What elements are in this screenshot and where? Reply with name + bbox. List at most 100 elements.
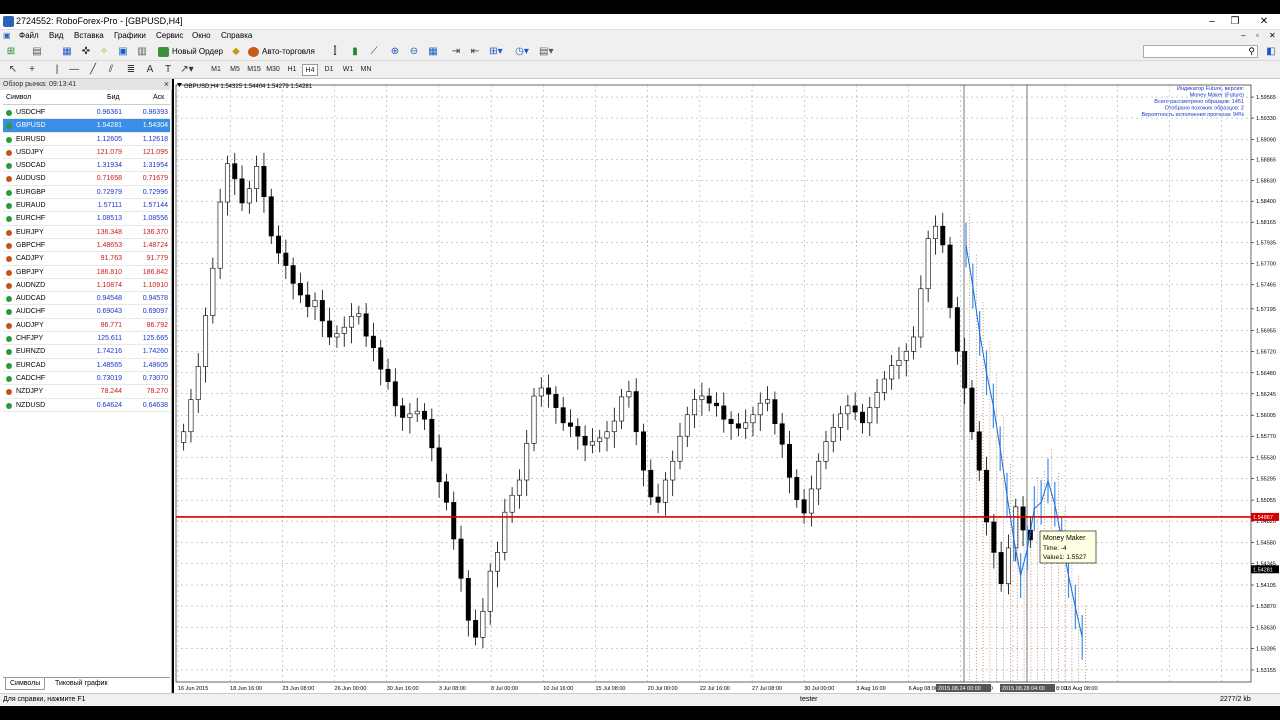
- line-chart-icon[interactable]: ⟋: [367, 45, 381, 59]
- menu-window[interactable]: Окно: [192, 31, 211, 40]
- text-icon[interactable]: A: [143, 63, 157, 77]
- tile-windows-icon[interactable]: ▦: [426, 45, 440, 59]
- table-row[interactable]: AUDCAD 0.94548 0.94578: [3, 292, 170, 306]
- table-row[interactable]: EURJPY 136.348 136.370: [3, 226, 170, 239]
- child-close-button[interactable]: ✕: [1269, 31, 1276, 40]
- periods-icon[interactable]: ◷▾: [515, 45, 529, 59]
- child-minimize-button[interactable]: –: [1241, 31, 1245, 40]
- table-row[interactable]: EURNZD 1.74216 1.74260: [3, 345, 170, 359]
- indicators-icon[interactable]: ⊞▾: [489, 45, 503, 59]
- table-row[interactable]: CADCHF 0.73019 0.73070: [3, 372, 170, 386]
- chart-window[interactable]: 1.59565 1.59330 1.59090 1.58865 1.58630 1.584…: [174, 79, 1280, 693]
- candle-body: [246, 188, 252, 204]
- bid-price: 1.74216: [96, 348, 122, 356]
- menu-insert[interactable]: Вставка: [74, 31, 104, 40]
- candle-body: [495, 552, 501, 572]
- table-row[interactable]: AUDNZD 1.10874 1.10910: [3, 279, 170, 293]
- bid-price: 86.771: [100, 321, 122, 329]
- tf-m30[interactable]: M30: [265, 64, 281, 76]
- table-row[interactable]: NZDJPY 78.244 78.270: [3, 385, 170, 399]
- arrows-icon[interactable]: ↗▾: [180, 63, 194, 77]
- child-restore-button[interactable]: ▫: [1256, 31, 1259, 40]
- zoom-in-icon[interactable]: ⊕: [388, 45, 402, 59]
- table-row[interactable]: AUDJPY 86.771 86.792: [3, 319, 170, 333]
- templates-icon[interactable]: ▤▾: [539, 45, 553, 59]
- table-row[interactable]: AUDUSD 0.71658 0.71679: [3, 172, 170, 186]
- auto-scroll-icon[interactable]: ⇥: [449, 45, 463, 59]
- table-row[interactable]: NZDUSD 0.64624 0.64638: [3, 399, 170, 412]
- auto-trading-button[interactable]: Авто-торговля: [248, 45, 315, 59]
- price-chart[interactable]: 1.59565 1.59330 1.59090 1.58865 1.58630 1.584…: [174, 79, 1280, 693]
- trendline-icon[interactable]: ╱: [86, 63, 100, 77]
- child-window-icon[interactable]: ▣: [3, 31, 11, 40]
- navigator-icon[interactable]: ✧: [97, 45, 111, 59]
- chart-shift-icon[interactable]: ⇤: [468, 45, 482, 59]
- close-button[interactable]: ✕: [1250, 14, 1278, 29]
- tf-m1[interactable]: M1: [208, 64, 224, 76]
- community-icon[interactable]: ◧: [1264, 45, 1278, 59]
- vertical-line-icon[interactable]: |: [50, 63, 64, 77]
- fibonacci-icon[interactable]: ≣: [124, 63, 138, 77]
- tf-h1[interactable]: H1: [284, 64, 300, 76]
- menu-tools[interactable]: Сервис: [156, 31, 183, 40]
- tf-m15[interactable]: M15: [246, 64, 262, 76]
- table-row[interactable]: EURGBP 0.72979 0.72996: [3, 186, 170, 200]
- tab-symbols[interactable]: Символы: [5, 678, 46, 690]
- table-row[interactable]: CHFJPY 125.611 125.665: [3, 332, 170, 346]
- tf-w1[interactable]: W1: [340, 64, 356, 76]
- table-row[interactable]: EURAUD 1.57111 1.57144: [3, 199, 170, 213]
- text-label-icon[interactable]: T: [161, 63, 175, 77]
- menu-help[interactable]: Справка: [221, 31, 252, 40]
- data-window-icon[interactable]: ✜: [79, 45, 93, 59]
- tf-d1[interactable]: D1: [321, 64, 337, 76]
- zoom-out-icon[interactable]: ⊖: [407, 45, 421, 59]
- table-row[interactable]: EURCAD 1.48565 1.48605: [3, 359, 170, 372]
- cursor-icon[interactable]: ↖: [6, 63, 20, 77]
- close-icon[interactable]: ×: [164, 79, 169, 90]
- symbol-trend-icon: [6, 375, 12, 382]
- menu-charts[interactable]: Графики: [114, 31, 146, 40]
- menu-view[interactable]: Вид: [49, 31, 63, 40]
- table-row[interactable]: EURCHF 1.08513 1.08556: [3, 212, 170, 226]
- bar-chart-icon[interactable]: ⫿: [328, 45, 342, 59]
- table-row[interactable]: CADJPY 91.763 91.779: [3, 252, 170, 266]
- candle-body: [991, 521, 997, 553]
- symbol-name: AUDUSD: [16, 175, 46, 183]
- profiles-icon[interactable]: ▤: [30, 45, 44, 59]
- table-row[interactable]: GBPCHF 1.48653 1.48724: [3, 239, 170, 253]
- tab-tick-chart[interactable]: Тиковый график: [51, 678, 112, 690]
- candle-body: [531, 395, 537, 444]
- crosshair-icon[interactable]: +: [25, 63, 39, 77]
- ask-price: 0.64638: [142, 401, 168, 409]
- restore-button[interactable]: ❐: [1221, 14, 1249, 29]
- candlestick-chart-icon[interactable]: ▮: [348, 45, 362, 59]
- new-chart-icon[interactable]: ⊞: [4, 45, 18, 59]
- column-bid[interactable]: Бид: [107, 91, 120, 105]
- market-watch-icon[interactable]: ▦: [60, 45, 74, 59]
- market-watch-title: Обзор рынка: 09:13:41 ×: [0, 79, 172, 90]
- x-tick-label: 18 Aug 08:00: [1065, 686, 1097, 692]
- ask-price: 0.72996: [142, 188, 168, 196]
- table-row[interactable]: USDCAD 1.31934 1.31954: [3, 159, 170, 173]
- search-input[interactable]: ⚲: [1143, 45, 1258, 58]
- table-row[interactable]: GBPUSD 1.54281 1.54304: [3, 119, 170, 133]
- tf-m5[interactable]: M5: [227, 64, 243, 76]
- table-row[interactable]: AUDCHF 0.69043 0.69097: [3, 305, 170, 319]
- table-row[interactable]: EURUSD 1.12605 1.12618: [3, 133, 170, 146]
- terminal-icon[interactable]: ▣: [116, 45, 130, 59]
- horizontal-line-icon[interactable]: —: [67, 63, 81, 77]
- new-order-button[interactable]: Новый Ордер: [158, 45, 223, 59]
- strategy-tester-icon[interactable]: ▥: [135, 45, 149, 59]
- channel-icon[interactable]: ⫽: [104, 63, 118, 77]
- ask-price: 121.095: [142, 148, 168, 156]
- menu-file[interactable]: Файл: [19, 31, 39, 40]
- table-row[interactable]: USDCHF 0.96361 0.96393: [3, 106, 170, 120]
- metaeditor-icon[interactable]: ◆: [229, 45, 243, 59]
- table-row[interactable]: GBPJPY 186.810 186.842: [3, 266, 170, 279]
- table-row[interactable]: USDJPY 121.079 121.095: [3, 146, 170, 160]
- tf-h4[interactable]: H4: [302, 64, 318, 76]
- column-ask[interactable]: Аск: [153, 91, 164, 105]
- column-symbol[interactable]: Символ: [6, 91, 31, 105]
- app-icon: [3, 16, 14, 27]
- tf-mn[interactable]: MN: [358, 64, 374, 76]
